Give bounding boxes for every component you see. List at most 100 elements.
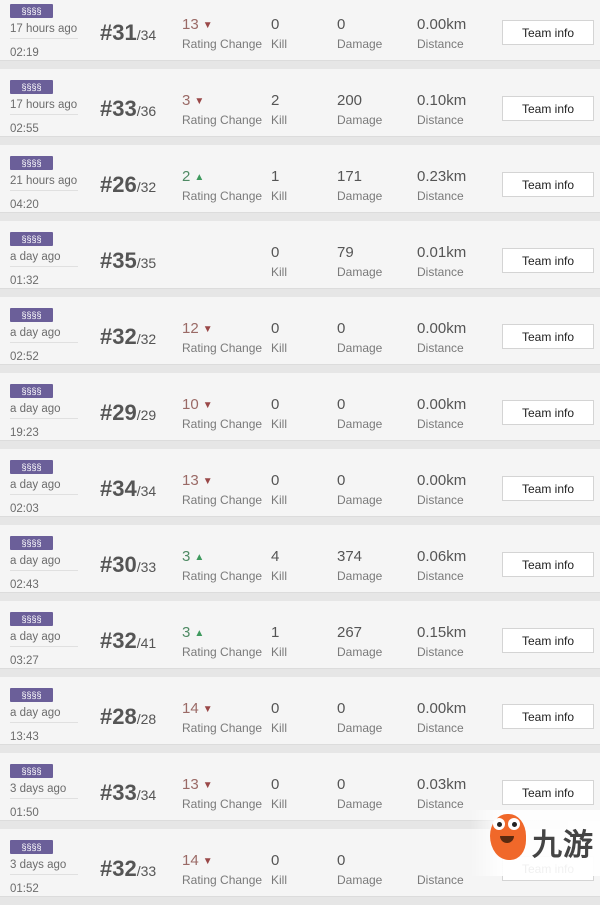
rating-change-value: 13 ▼ (182, 16, 262, 34)
team-info-button[interactable]: Team info (502, 96, 594, 121)
placement-rank: #28 (100, 704, 137, 729)
kill-stat: 0 Kill (271, 776, 287, 811)
rating-change-stat: 14 ▼ Rating Change (182, 700, 262, 735)
kill-value: 0 (271, 852, 280, 869)
squad-mode-badge-icon: §§§§ (10, 308, 53, 322)
rating-change-label: Rating Change (182, 569, 263, 583)
team-info-button[interactable]: Team info (502, 476, 594, 501)
kill-label: Kill (271, 113, 288, 127)
squad-mode-badge-icon: §§§§ (10, 764, 53, 778)
distance-label: Distance (417, 721, 464, 735)
arrow-down-icon: ▼ (194, 96, 205, 107)
distance-stat: 0.00km Distance (417, 320, 466, 355)
team-info-button[interactable]: Team info (502, 324, 594, 349)
damage-stat: 374 Damage (337, 548, 382, 583)
kill-label: Kill (271, 569, 288, 583)
arrow-down-icon: ▼ (202, 780, 213, 791)
placement: #32/33 (100, 856, 156, 882)
placement: #34/34 (100, 476, 156, 502)
placement: #33/36 (100, 96, 156, 122)
kill-value: 1 (271, 168, 280, 185)
placement-total: /29 (136, 407, 157, 423)
kill-label: Kill (271, 341, 288, 355)
team-info-button[interactable]: Team info (502, 20, 594, 45)
rating-change-stat: 13 ▼ Rating Change (182, 776, 262, 811)
distance-label: Distance (417, 265, 464, 279)
distance-value: 0.00km (417, 16, 467, 33)
kill-label: Kill (271, 265, 288, 279)
rating-change-label: Rating Change (182, 873, 263, 887)
kill-value: 0 (271, 320, 280, 337)
match-row: §§§§ 21 hours ago 04:20 #26/32 2 ▲ Rating… (0, 145, 600, 213)
distance-label: Distance (417, 797, 464, 811)
arrow-up-icon: ▲ (194, 628, 205, 639)
team-info-button[interactable]: Team info (502, 172, 594, 197)
rating-change-number: 13 (182, 776, 199, 793)
distance-stat: 0.03km Distance (417, 776, 466, 811)
damage-stat: 267 Damage (337, 624, 382, 659)
rating-change-stat: 12 ▼ Rating Change (182, 320, 262, 355)
kill-value: 0 (271, 776, 280, 793)
team-info-button[interactable]: Team info (502, 780, 594, 805)
kill-stat: 1 Kill (271, 168, 287, 203)
kill-value: 0 (271, 396, 280, 413)
damage-label: Damage (337, 569, 383, 583)
distance-stat: 0.06km Distance (417, 548, 466, 583)
arrow-down-icon: ▼ (202, 324, 213, 335)
match-duration: 01:32 (10, 275, 39, 287)
rating-change-label: Rating Change (182, 721, 263, 735)
squad-mode-badge-icon: §§§§ (10, 840, 53, 854)
team-info-button[interactable]: Team info (502, 552, 594, 577)
rating-change-value: 14 ▼ (182, 852, 262, 870)
time-ago: a day ago (10, 403, 78, 419)
team-info-button[interactable]: Team info (502, 628, 594, 653)
kill-stat: 0 Kill (271, 472, 287, 507)
rating-change-label: Rating Change (182, 37, 263, 51)
squad-mode-badge-icon: §§§§ (10, 384, 53, 398)
rating-change-label: Rating Change (182, 189, 263, 203)
damage-label: Damage (337, 721, 383, 735)
rating-change-label: Rating Change (182, 417, 263, 431)
rating-change-stat: 3 ▲ Rating Change (182, 548, 262, 583)
placement-rank: #35 (100, 248, 137, 273)
match-row: §§§§ a day ago 02:03 #34/34 13 ▼ Rating C… (0, 449, 600, 517)
damage-stat: 0 Damage (337, 776, 382, 811)
watermark-text: 九游 (532, 828, 594, 863)
kill-label: Kill (271, 873, 288, 887)
placement-rank: #32 (100, 628, 137, 653)
team-info-button[interactable]: Team info (502, 704, 594, 729)
arrow-down-icon: ▼ (202, 856, 213, 867)
rating-change-label: Rating Change (182, 797, 263, 811)
rating-change-number: 13 (182, 472, 199, 489)
squad-mode-badge-icon: §§§§ (10, 156, 53, 170)
mascot-mouth-icon (500, 836, 514, 843)
rating-change-label: Rating Change (182, 113, 263, 127)
kill-value: 0 (271, 700, 280, 717)
time-ago: a day ago (10, 251, 78, 267)
distance-value: 0.00km (417, 472, 467, 489)
match-duration: 04:20 (10, 199, 39, 211)
damage-label: Damage (337, 37, 383, 51)
watermark-logo: 九游 (470, 810, 600, 876)
kill-stat: 0 Kill (271, 244, 287, 279)
placement-total: /32 (136, 331, 157, 347)
damage-value: 0 (337, 472, 346, 489)
distance-label: Distance (417, 569, 464, 583)
match-duration: 02:19 (10, 47, 39, 59)
distance-label: Distance (417, 189, 464, 203)
distance-value: 0.10km (417, 92, 467, 109)
placement-rank: #26 (100, 172, 137, 197)
damage-label: Damage (337, 873, 383, 887)
placement-total: /32 (136, 179, 157, 195)
damage-value: 0 (337, 852, 346, 869)
kill-label: Kill (271, 37, 288, 51)
distance-value: 0.23km (417, 168, 467, 185)
kill-stat: 0 Kill (271, 320, 287, 355)
rating-change-number: 3 (182, 624, 191, 641)
damage-value: 267 (337, 624, 363, 641)
team-info-button[interactable]: Team info (502, 248, 594, 273)
damage-stat: 171 Damage (337, 168, 382, 203)
team-info-button[interactable]: Team info (502, 400, 594, 425)
arrow-down-icon: ▼ (202, 704, 213, 715)
rating-change-label: Rating Change (182, 493, 263, 507)
